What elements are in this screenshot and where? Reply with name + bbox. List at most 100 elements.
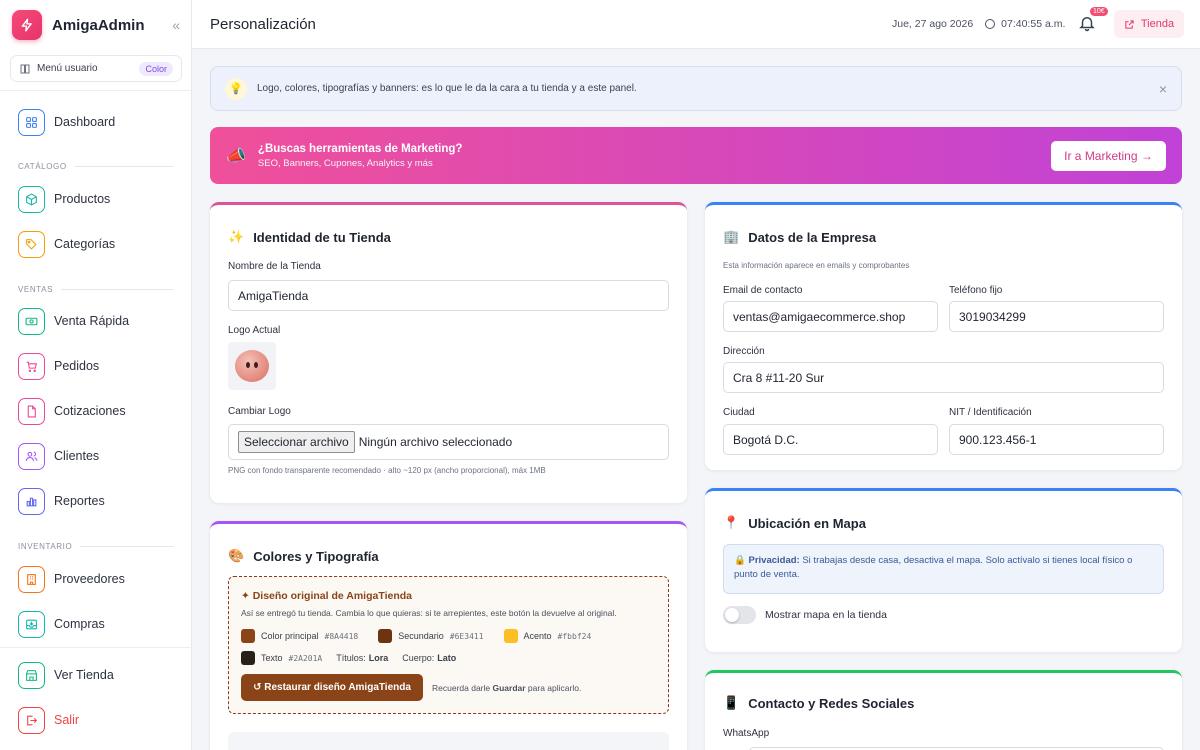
original-design-title: ✦ Diseño original de AmigaTienda [241, 590, 412, 602]
document-icon [18, 397, 45, 425]
inbox-icon [18, 610, 45, 638]
sidebar-item-reportes[interactable]: Reportes [18, 487, 178, 515]
menu-user-button[interactable]: Menú usuario Color [10, 55, 182, 82]
palette-icon: 🎨 [228, 548, 245, 563]
restore-note-bold: Guardar [492, 683, 526, 693]
colors-card: 🎨 Colores y Tipografía ✦ Diseño original… [210, 521, 687, 750]
sidebar-item-pedidos[interactable]: Pedidos [18, 352, 178, 380]
primary-label: Color principal [261, 631, 319, 641]
store-name-label: Nombre de la Tienda [228, 261, 321, 272]
cart-icon [18, 352, 45, 380]
identity-title: ✨ Identidad de tu Tienda [228, 229, 391, 245]
city-input[interactable]: Bogotá D.C. [723, 424, 938, 455]
tag-icon [18, 230, 45, 258]
titles-font: Lora [368, 653, 389, 663]
logo-file-input[interactable]: Seleccionar archivo Ningún archivo selec… [228, 424, 669, 460]
secondary-swatch [378, 629, 393, 643]
nit-label: NIT / Identificación [949, 407, 1032, 418]
titles-font-label: Títulos: [336, 653, 366, 663]
megaphone-icon: 📣 [226, 147, 246, 165]
info-alert: 💡 Logo, colores, tipografías y banners: … [210, 66, 1182, 111]
building-icon [18, 565, 45, 593]
bell-icon[interactable] [1078, 14, 1096, 32]
map-title: 📍 Ubicación en Mapa [723, 515, 866, 531]
lock-icon: 🔒 [734, 555, 746, 566]
privacy-note: 🔒 Privacidad: Si trabajas desde casa, de… [723, 544, 1164, 594]
building-icon: 🏢 [723, 229, 740, 244]
sidebar-item-ver-tienda[interactable]: Ver Tienda [18, 661, 178, 689]
sidebar-item-label: Cotizaciones [54, 404, 126, 418]
sidebar-item-productos[interactable]: Productos [18, 185, 178, 213]
sidebar-divider [0, 90, 192, 91]
email-input[interactable]: ventas@amigaecommerce.shop [723, 301, 938, 332]
sidebar-item-dashboard[interactable]: Dashboard [18, 108, 178, 136]
text-color-code: #2A201A [288, 653, 323, 663]
body-font-label: Cuerpo: [402, 653, 435, 663]
restore-note: Recuerda darle Guardar para aplicarlo. [432, 683, 581, 693]
store-name-input[interactable]: AmigaTienda [228, 280, 669, 311]
close-icon[interactable]: × [1159, 81, 1167, 97]
pin-icon: 📍 [723, 515, 740, 530]
sidebar-item-venta-rapida[interactable]: Venta Rápida [18, 307, 178, 335]
section-catalogo: CATÁLOGO [18, 162, 174, 171]
map-title-text: Ubicación en Mapa [748, 515, 866, 531]
address-input[interactable]: Cra 8 #11-20 Sur [723, 362, 1164, 393]
swatch-row: Texto #2A201A Títulos: Lora Cuerpo: Lato [241, 651, 456, 665]
secondary-code: #6E3411 [449, 631, 484, 641]
brand: AmigaAdmin « [12, 9, 180, 41]
social-title-text: Contacto y Redes Sociales [748, 695, 915, 711]
sidebar-item-compras[interactable]: Compras [18, 610, 178, 638]
change-logo-label: Cambiar Logo [228, 406, 291, 417]
sidebar-item-label: Dashboard [54, 115, 116, 129]
users-icon [18, 442, 45, 470]
go-to-marketing-button[interactable]: Ir a Marketing → [1051, 140, 1166, 171]
original-design-box: ✦ Diseño original de AmigaTienda Así se … [228, 576, 669, 714]
sidebar-item-label: Clientes [54, 449, 100, 463]
restore-note-post: para aplicarlo. [525, 683, 582, 693]
social-title: 📱 Contacto y Redes Sociales [723, 695, 914, 711]
sidebar-item-clientes[interactable]: Clientes [18, 442, 178, 470]
time-text: 07:40:55 a.m. [1001, 18, 1066, 30]
nit-input[interactable]: 900.123.456-1 [949, 424, 1164, 455]
date-text: Jue, 27 ago 2026 [892, 18, 974, 30]
sidebar-item-label: Salir [54, 713, 80, 727]
show-map-toggle[interactable] [723, 606, 756, 624]
alert-text: Logo, colores, tipografías y banners: es… [257, 83, 637, 94]
company-title-text: Datos de la Empresa [748, 229, 877, 245]
select-file-button[interactable]: Seleccionar archivo [238, 431, 355, 453]
clock-icon [985, 19, 996, 29]
phone-input[interactable]: 3019034299 [949, 301, 1164, 332]
banner-subtitle: SEO, Banners, Cupones, Analytics y más [257, 157, 433, 169]
sidebar: AmigaAdmin « Menú usuario Color Dashboar… [0, 0, 192, 750]
sidebar-item-cotizaciones[interactable]: Cotizaciones [18, 397, 178, 425]
logo-image [235, 350, 269, 382]
logo-preview [228, 342, 276, 390]
company-card: 🏢 Datos de la Empresa Esta información a… [705, 202, 1182, 470]
identity-card: ✨ Identidad de tu Tienda Nombre de la Ti… [210, 202, 687, 503]
sidebar-item-label: Productos [54, 192, 111, 206]
restore-design-button[interactable]: ↺ Restaurar diseño AmigaTienda [241, 674, 423, 701]
secondary-label: Secundario [398, 631, 444, 641]
swatch-row: Color principal #8A4418 Secundario #6E34… [241, 629, 591, 643]
store-icon [18, 661, 45, 689]
sparkles-icon: ✨ [228, 229, 245, 244]
sidebar-item-label: Categorías [54, 237, 116, 251]
sidebar-item-label: Venta Rápida [54, 314, 130, 328]
sidebar-item-label: Pedidos [54, 359, 100, 373]
sidebar-item-categorias[interactable]: Categorías [18, 230, 178, 258]
lightbulb-icon: 💡 [225, 77, 247, 100]
collapse-sidebar-icon[interactable]: « [172, 17, 180, 33]
primary-swatch [241, 629, 255, 643]
box-icon [18, 185, 45, 213]
sidebar-item-proveedores[interactable]: Proveedores [18, 565, 178, 593]
sidebar-item-label: Compras [54, 617, 105, 631]
colors-title: 🎨 Colores y Tipografía [228, 548, 379, 564]
store-button[interactable]: Tienda [1114, 10, 1184, 38]
logout-icon [18, 706, 45, 734]
grid-icon [18, 108, 45, 136]
banner-title: ¿Buscas herramientas de Marketing? [257, 142, 463, 155]
sidebar-item-salir[interactable]: Salir [18, 706, 178, 734]
phone-icon: 📱 [723, 695, 740, 710]
section-ventas: VENTAS [18, 285, 174, 294]
book-icon [20, 64, 30, 73]
